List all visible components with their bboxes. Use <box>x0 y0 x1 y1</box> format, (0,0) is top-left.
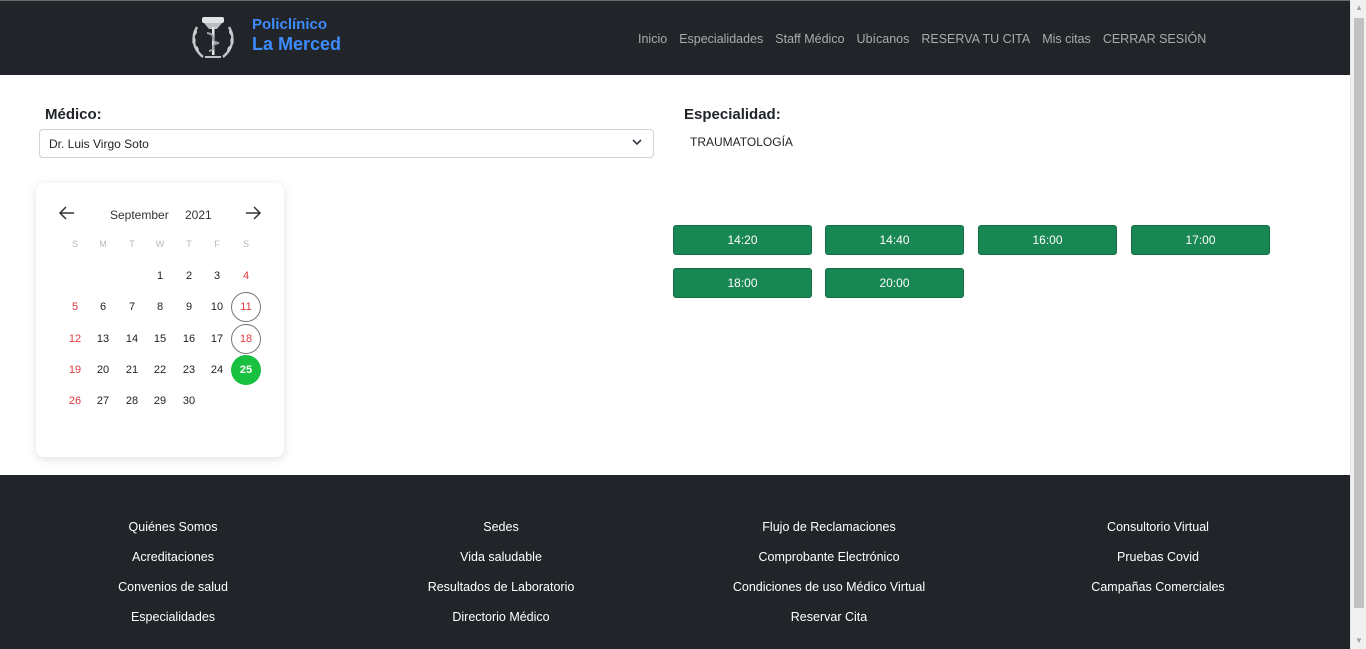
site-footer: Quiénes Somos Acreditaciones Convenios d… <box>0 475 1350 649</box>
time-slot-button[interactable]: 17:00 <box>1131 225 1270 255</box>
calendar-day[interactable]: 17 <box>202 324 232 354</box>
footer-link[interactable]: Pruebas Covid <box>988 549 1328 579</box>
calendar-day[interactable]: 16 <box>174 324 204 354</box>
time-slot-button[interactable]: 16:00 <box>978 225 1117 255</box>
arrow-left-icon[interactable] <box>58 205 76 221</box>
nav-cerrar-sesion[interactable]: CERRAR SESIÓN <box>1103 32 1207 46</box>
especialidad-value: TRAUMATOLOGÍA <box>690 135 793 149</box>
footer-link[interactable]: Campañas Comerciales <box>988 579 1328 609</box>
time-slot-button[interactable]: 20:00 <box>825 268 964 298</box>
footer-link[interactable]: Sedes <box>331 519 671 549</box>
calendar-day[interactable]: 26 <box>60 386 90 416</box>
calendar-day[interactable]: 19 <box>60 355 90 385</box>
calendar-day[interactable]: 6 <box>88 292 118 322</box>
calendar-day[interactable]: 3 <box>202 261 232 291</box>
date-picker-calendar: September 2021 S M T W T F S 1 2 3 4 5 6 7 8 9 10 11 12 13 1… <box>36 183 284 457</box>
nav-staff-medico[interactable]: Staff Médico <box>775 32 844 46</box>
especialidad-label: Especialidad: <box>684 106 781 123</box>
calendar-day[interactable]: 10 <box>202 292 232 322</box>
calendar-day[interactable]: 20 <box>88 355 118 385</box>
weekday-header: W <box>155 239 165 249</box>
weekday-header: T <box>186 239 192 249</box>
calendar-day[interactable]: 24 <box>202 355 232 385</box>
calendar-day[interactable]: 12 <box>60 324 90 354</box>
nav-inicio[interactable]: Inicio <box>638 32 667 46</box>
scroll-down-icon[interactable]: ▼ <box>1351 633 1366 649</box>
scrollbar-thumb[interactable] <box>1354 18 1364 608</box>
footer-link[interactable]: Especialidades <box>3 609 343 639</box>
footer-link[interactable]: Condiciones de uso Médico Virtual <box>659 579 999 609</box>
main-nav: Inicio Especialidades Staff Médico Ubíca… <box>638 32 1218 46</box>
time-slot-button[interactable]: 14:40 <box>825 225 964 255</box>
weekday-header: S <box>242 239 249 249</box>
footer-link[interactable]: Consultorio Virtual <box>988 519 1328 549</box>
calendar-day[interactable]: 7 <box>117 292 147 322</box>
calendar-day[interactable]: 1 <box>145 261 175 291</box>
calendar-day[interactable]: 18 <box>231 324 261 354</box>
calendar-day[interactable]: 9 <box>174 292 204 322</box>
vertical-scrollbar[interactable]: ▲ ▼ <box>1350 0 1366 649</box>
weekday-header: S <box>71 239 78 249</box>
footer-link[interactable]: Reservar Cita <box>659 609 999 639</box>
calendar-day[interactable]: 14 <box>117 324 147 354</box>
calendar-month[interactable]: September <box>110 208 169 222</box>
footer-link[interactable]: Flujo de Reclamaciones <box>659 519 999 549</box>
top-navbar: Policlínico La Merced Inicio Especialida… <box>0 0 1350 75</box>
nav-especialidades[interactable]: Especialidades <box>679 32 763 46</box>
calendar-day[interactable]: 28 <box>117 386 147 416</box>
footer-link[interactable]: Resultados de Laboratorio <box>331 579 671 609</box>
caduceus-laurel-icon[interactable] <box>189 13 237 63</box>
medico-select[interactable]: Dr. Luis Virgo Soto <box>39 129 654 158</box>
calendar-day[interactable]: 11 <box>231 292 261 322</box>
weekday-header: F <box>214 239 220 249</box>
nav-reserva-tu-cita[interactable]: RESERVA TU CITA <box>921 32 1030 46</box>
time-slot-button[interactable]: 18:00 <box>673 268 812 298</box>
calendar-day[interactable]: 5 <box>60 292 90 322</box>
footer-column-2: Sedes Vida saludable Resultados de Labor… <box>331 519 671 639</box>
nav-mis-citas[interactable]: Mis citas <box>1042 32 1091 46</box>
footer-link[interactable]: Acreditaciones <box>3 549 343 579</box>
brand-name-line1[interactable]: Policlínico <box>252 16 327 33</box>
calendar-day[interactable]: 30 <box>174 386 204 416</box>
calendar-day[interactable]: 29 <box>145 386 175 416</box>
calendar-day[interactable]: 25 <box>231 355 261 385</box>
footer-link[interactable]: Directorio Médico <box>331 609 671 639</box>
medico-label: Médico: <box>45 106 102 123</box>
weekday-header: T <box>129 239 135 249</box>
arrow-right-icon[interactable] <box>244 205 262 221</box>
calendar-day[interactable]: 27 <box>88 386 118 416</box>
calendar-day[interactable]: 22 <box>145 355 175 385</box>
footer-link[interactable]: Convenios de salud <box>3 579 343 609</box>
footer-column-4: Consultorio Virtual Pruebas Covid Campañ… <box>988 519 1328 609</box>
weekday-header: M <box>99 239 107 249</box>
medico-select-value: Dr. Luis Virgo Soto <box>49 137 149 151</box>
footer-link[interactable]: Comprobante Electrónico <box>659 549 999 579</box>
chevron-down-icon <box>632 139 642 146</box>
footer-link[interactable]: Vida saludable <box>331 549 671 579</box>
calendar-day[interactable]: 15 <box>145 324 175 354</box>
page: Policlínico La Merced Inicio Especialida… <box>0 0 1350 649</box>
brand-name-line2[interactable]: La Merced <box>252 34 341 55</box>
nav-ubicanos[interactable]: Ubícanos <box>857 32 910 46</box>
calendar-day[interactable]: 8 <box>145 292 175 322</box>
calendar-day[interactable]: 23 <box>174 355 204 385</box>
footer-column-3: Flujo de Reclamaciones Comprobante Elect… <box>659 519 999 639</box>
time-slot-button[interactable]: 14:20 <box>673 225 812 255</box>
footer-column-1: Quiénes Somos Acreditaciones Convenios d… <box>3 519 343 639</box>
calendar-day[interactable]: 13 <box>88 324 118 354</box>
calendar-day[interactable]: 21 <box>117 355 147 385</box>
calendar-year[interactable]: 2021 <box>185 208 212 222</box>
calendar-day[interactable]: 2 <box>174 261 204 291</box>
calendar-day[interactable]: 4 <box>231 261 261 291</box>
footer-link[interactable]: Quiénes Somos <box>3 519 343 549</box>
scroll-up-icon[interactable]: ▲ <box>1351 0 1366 16</box>
